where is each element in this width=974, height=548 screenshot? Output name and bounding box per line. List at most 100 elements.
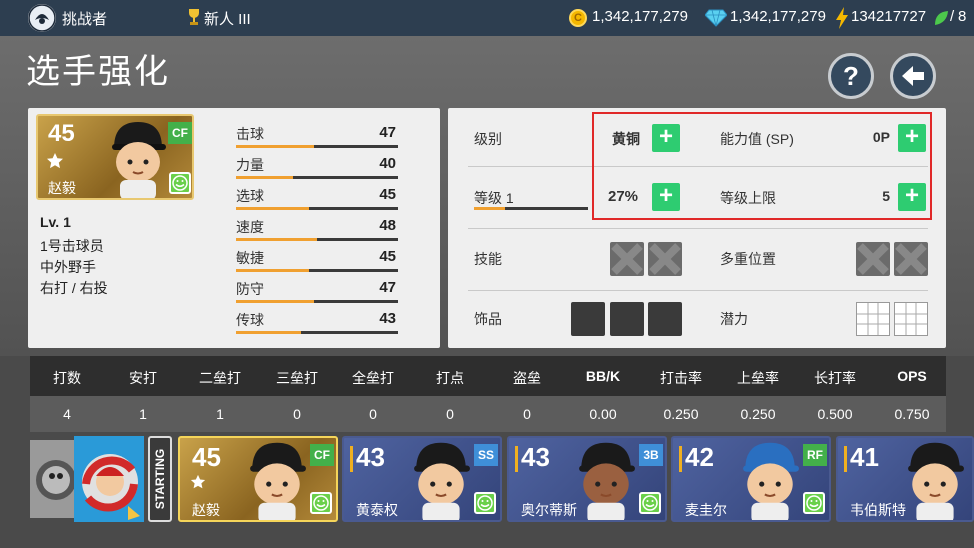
stat-label: 选球 (236, 188, 264, 204)
stat-label: 速度 (236, 219, 264, 235)
stat-header: 长打率 (814, 370, 856, 386)
player-level: Lv. 1 (40, 214, 71, 230)
stat-cell: 0.250 (663, 406, 699, 422)
team-logo-icon[interactable] (28, 4, 56, 32)
stat-header: 盗垒 (513, 370, 541, 386)
stat-cell: 0.00 (589, 406, 617, 422)
condition-smile-icon (803, 492, 825, 514)
top-bar: 挑战者 新人 III C 1,342,177,279 1,342,177,279… (0, 0, 974, 36)
gold-amount: 1,342,177,279 (592, 8, 688, 25)
stat-bar (236, 238, 398, 241)
potential-slot[interactable] (856, 302, 890, 336)
help-icon: ? (843, 61, 859, 91)
lineup-card[interactable]: 43 黄泰权 SS (342, 436, 502, 522)
stat-value: 45 (379, 186, 396, 203)
energy-separator: / (950, 8, 955, 25)
stat-bar (236, 207, 398, 210)
gem-amount: 1,342,177,279 (730, 8, 826, 25)
stat-cell: 0.250 (740, 406, 776, 422)
star-icon (46, 152, 64, 175)
stat-header: 二垒打 (199, 370, 241, 386)
player-name: 赵毅 (48, 180, 76, 196)
card-position-badge: RF (803, 444, 827, 466)
stat-cell: 1 (139, 406, 147, 422)
stat-bar (236, 145, 398, 148)
stat-value: 47 (379, 279, 396, 296)
player-overall: 45 (48, 120, 75, 147)
back-button[interactable] (890, 53, 936, 99)
card-position-badge: SS (474, 444, 498, 466)
card-accent-bar (844, 446, 847, 472)
accessory-slot[interactable] (648, 302, 682, 336)
team-swap-button[interactable] (74, 436, 144, 522)
help-button[interactable]: ? (828, 53, 874, 99)
skill-slot-locked[interactable] (610, 242, 644, 276)
stat-bar-fill (236, 176, 293, 179)
stat-label: 传球 (236, 312, 264, 328)
card-player-name: 奥尔蒂斯 (521, 502, 577, 518)
batting-throwing-hand: 右打 / 右投 (40, 280, 108, 296)
starting-tab[interactable]: STARTING (148, 436, 172, 522)
lineup-card[interactable]: 41 韦伯斯特 (836, 436, 974, 522)
level-label: 等级 1 (474, 190, 514, 206)
player-avatar (739, 438, 801, 520)
stat-bar (236, 176, 398, 179)
card-accent-bar (350, 446, 353, 472)
accessory-slot[interactable] (610, 302, 644, 336)
stat-value: 48 (379, 217, 396, 234)
lineup-card[interactable]: 43 奥尔蒂斯 3B (507, 436, 667, 522)
starting-label: STARTING (153, 448, 167, 510)
stat-value: 40 (379, 155, 396, 172)
stat-bar-fill (236, 207, 309, 210)
card-overall: 45 (192, 442, 221, 472)
card-player-name: 韦伯斯特 (850, 502, 906, 518)
trophy-icon (188, 8, 200, 29)
stat-cell: 1 (216, 406, 224, 422)
player-card[interactable]: 45 赵毅 CF (36, 114, 194, 200)
card-accent-bar (679, 446, 682, 472)
potential-slot[interactable] (894, 302, 928, 336)
stat-value: 43 (379, 310, 396, 327)
fielding-role: 中外野手 (40, 259, 96, 275)
stat-header: 打数 (53, 370, 81, 386)
card-overall: 42 (685, 442, 714, 472)
stat-header: 安打 (129, 370, 157, 386)
level-progress-fill (474, 207, 505, 210)
stat-header: 打击率 (660, 370, 702, 386)
stat-cell: 0 (293, 406, 301, 422)
card-player-name: 黄泰权 (356, 502, 398, 518)
player-avatar (904, 438, 966, 520)
card-overall: 43 (356, 442, 385, 472)
grade-label: 级别 (474, 131, 502, 147)
stat-cell: 0.750 (894, 406, 930, 422)
stat-bar-fill (236, 300, 314, 303)
player-avatar (410, 438, 472, 520)
stat-cell: 0 (523, 406, 531, 422)
stat-cell: 0.500 (817, 406, 853, 422)
condition-smile-icon (310, 492, 332, 514)
lineup-card[interactable]: 42 麦圭尔 RF (671, 436, 831, 522)
card-accent-bar (515, 446, 518, 472)
position-slot-locked[interactable] (894, 242, 928, 276)
stat-header: 三垒打 (276, 370, 318, 386)
card-position-badge: CF (310, 444, 334, 466)
lineup-card[interactable]: 45 赵毅 CF (178, 436, 338, 522)
stat-value: 47 (379, 124, 396, 141)
stat-header: BB/K (585, 368, 621, 384)
condition-smile-icon (639, 492, 661, 514)
energy-max: 8 (958, 8, 967, 25)
skill-slot-locked[interactable] (648, 242, 682, 276)
card-position-badge: 3B (639, 444, 663, 466)
team-mascot-icon[interactable] (30, 440, 74, 518)
rank-label: 新人 III (204, 11, 251, 28)
card-overall: 41 (850, 442, 879, 472)
divider (468, 290, 928, 291)
card-player-name: 赵毅 (192, 502, 220, 518)
divider (468, 228, 928, 229)
stat-bar (236, 300, 398, 303)
accessory-slot[interactable] (571, 302, 605, 336)
stat-value: 45 (379, 248, 396, 265)
position-slot-locked[interactable] (856, 242, 890, 276)
back-arrow-icon (902, 66, 924, 86)
stat-bar-fill (236, 238, 317, 241)
